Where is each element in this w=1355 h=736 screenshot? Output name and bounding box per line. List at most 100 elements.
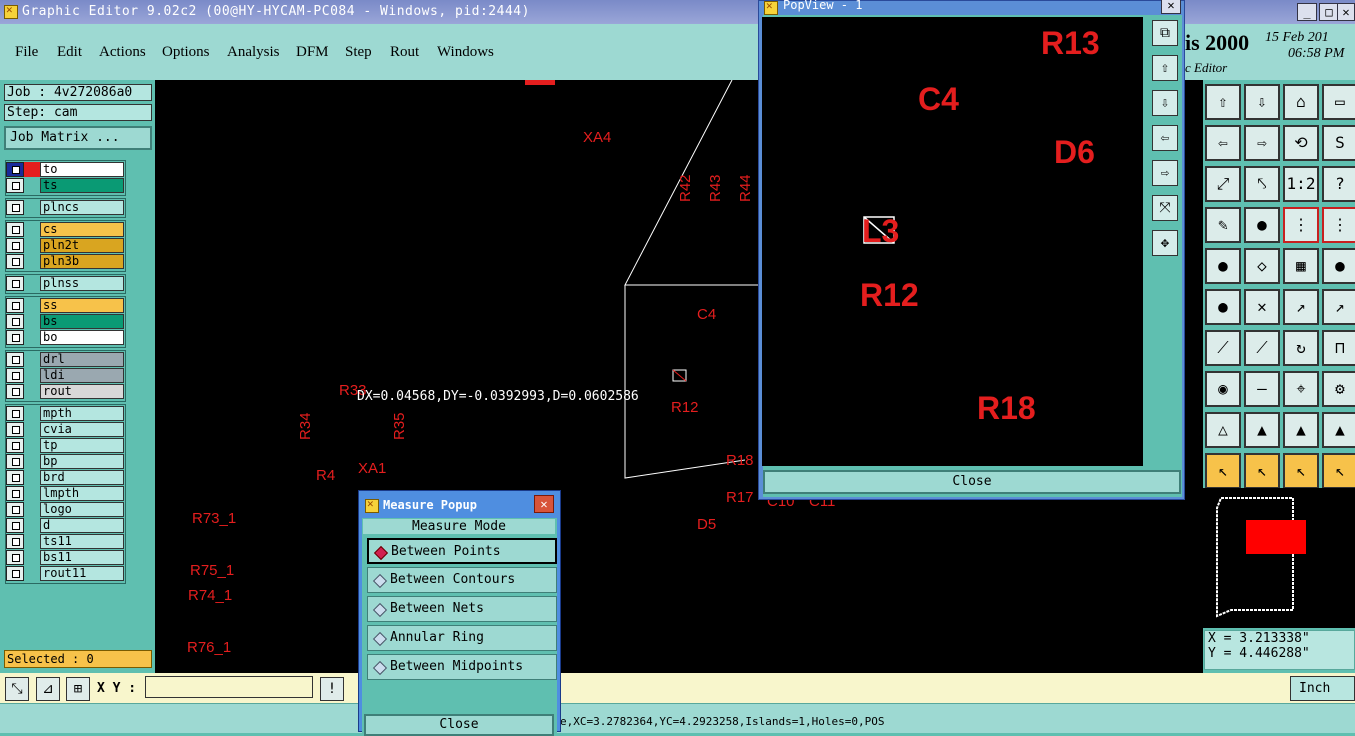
layer-row-mpth[interactable]: mpth bbox=[6, 406, 124, 421]
layer-row-ss[interactable]: ss bbox=[6, 298, 124, 313]
tri-tool-icon[interactable]: ▲ bbox=[1283, 412, 1319, 448]
layer-row-bp[interactable]: bp bbox=[6, 454, 124, 469]
select-tool-icon[interactable]: ↖ bbox=[1322, 453, 1355, 489]
measure-option-between-contours[interactable]: Between Contours bbox=[367, 567, 557, 593]
pins-tool-icon[interactable]: ⋮ bbox=[1283, 207, 1319, 243]
layer-row-drl[interactable]: drl bbox=[6, 352, 124, 367]
center-tool-icon[interactable]: ⤣ bbox=[1244, 166, 1280, 202]
menu-dfm[interactable]: DFM bbox=[296, 44, 329, 61]
layer-row-ldi[interactable]: ldi bbox=[6, 368, 124, 383]
home-tool-icon[interactable]: ⌂ bbox=[1283, 84, 1319, 120]
maximize-button[interactable]: □ bbox=[1319, 3, 1339, 21]
menu-windows[interactable]: Windows bbox=[437, 44, 494, 61]
popview-pan-left-icon[interactable]: ⇦ bbox=[1152, 125, 1178, 151]
layer-row-plnss[interactable]: plnss bbox=[6, 276, 124, 291]
layer-row-bs11[interactable]: bs11 bbox=[6, 550, 124, 565]
select-tool-icon[interactable]: ↖ bbox=[1205, 453, 1241, 489]
layer-checkbox[interactable] bbox=[6, 238, 24, 253]
layer-checkbox[interactable] bbox=[6, 550, 24, 565]
rotate-tool-icon[interactable]: ↻ bbox=[1283, 330, 1319, 366]
dot-tool-icon[interactable]: ● bbox=[1322, 248, 1355, 284]
measure-popup-close-icon[interactable]: ✕ bbox=[534, 495, 554, 513]
layer-row-bo[interactable]: bo bbox=[6, 330, 124, 345]
layer-row-pln3b[interactable]: pln3b bbox=[6, 254, 124, 269]
layer-checkbox[interactable] bbox=[6, 330, 24, 345]
menu-actions[interactable]: Actions bbox=[99, 44, 146, 61]
popview-zoom-out-icon[interactable]: ⇩ bbox=[1152, 90, 1178, 116]
layer-row-rout11[interactable]: rout11 bbox=[6, 566, 124, 581]
layer-row-tp[interactable]: tp bbox=[6, 438, 124, 453]
job-matrix-button[interactable]: Job Matrix ... bbox=[4, 126, 152, 150]
right-tool-icon[interactable]: ⇨ bbox=[1244, 125, 1280, 161]
layer-checkbox[interactable] bbox=[6, 162, 24, 177]
layer-checkbox[interactable] bbox=[6, 438, 24, 453]
line-tool-icon[interactable]: ⟋ bbox=[1244, 330, 1280, 366]
measure-close-button[interactable]: Close bbox=[364, 714, 554, 736]
layer-row-to[interactable]: to bbox=[6, 162, 124, 177]
measure-option-between-nets[interactable]: Between Nets bbox=[367, 596, 557, 622]
layer-checkbox[interactable] bbox=[6, 486, 24, 501]
zoom-tool-icon[interactable]: ⤡ bbox=[5, 677, 29, 701]
layer-row-cs[interactable]: cs bbox=[6, 222, 124, 237]
layer-checkbox[interactable] bbox=[6, 254, 24, 269]
popview-pan-right-icon[interactable]: ⇨ bbox=[1152, 160, 1178, 186]
undo-tool-icon[interactable]: ⟲ bbox=[1283, 125, 1319, 161]
scale-tool-icon[interactable]: 1:2 bbox=[1283, 166, 1319, 202]
layer-checkbox[interactable] bbox=[6, 352, 24, 367]
measure-option-between-midpoints[interactable]: Between Midpoints bbox=[367, 654, 557, 680]
target-tool-icon[interactable]: ◉ bbox=[1205, 371, 1241, 407]
gear-tool-icon[interactable]: ⚙ bbox=[1322, 371, 1355, 407]
link-tool-icon[interactable]: ↗ bbox=[1283, 289, 1319, 325]
minimap[interactable] bbox=[1203, 488, 1355, 628]
layer-checkbox[interactable] bbox=[6, 406, 24, 421]
left-tool-icon[interactable]: ⇦ bbox=[1205, 125, 1241, 161]
minimize-button[interactable]: _ bbox=[1297, 3, 1317, 21]
arrow-tool-icon[interactable]: ⇩ bbox=[1244, 84, 1280, 120]
layer-checkbox[interactable] bbox=[6, 298, 24, 313]
popview-canvas[interactable]: R13 C4 D6 L3 R12 R18 bbox=[762, 17, 1143, 466]
ruler-tool-icon[interactable]: ▦ bbox=[1283, 248, 1319, 284]
layer-row-rout[interactable]: rout bbox=[6, 384, 124, 399]
cross-tool-icon[interactable]: ✕ bbox=[1244, 289, 1280, 325]
menu-file[interactable]: File bbox=[15, 44, 38, 61]
measure-tool-icon[interactable]: ⊿ bbox=[36, 677, 60, 701]
menu-edit[interactable]: Edit bbox=[57, 44, 82, 61]
layer-row-cvia[interactable]: cvia bbox=[6, 422, 124, 437]
layer-row-pln2t[interactable]: pln2t bbox=[6, 238, 124, 253]
layer-checkbox[interactable] bbox=[6, 276, 24, 291]
popview-expand-icon[interactable]: ⤧ bbox=[1152, 195, 1178, 221]
frame-tool-icon[interactable]: ▭ bbox=[1322, 84, 1355, 120]
layer-row-ts[interactable]: ts bbox=[6, 178, 124, 193]
layer-checkbox[interactable] bbox=[6, 222, 24, 237]
layer-checkbox[interactable] bbox=[6, 502, 24, 517]
probe-tool-icon[interactable]: ● bbox=[1244, 207, 1280, 243]
line-tool-icon[interactable]: ⟋ bbox=[1205, 330, 1241, 366]
popview-pan-icon[interactable]: ✥ bbox=[1152, 230, 1178, 256]
split-tool-icon[interactable]: ⊓ bbox=[1322, 330, 1355, 366]
pins-tool-icon[interactable]: ⋮ bbox=[1322, 207, 1355, 243]
dot-tool-icon[interactable]: ● bbox=[1205, 248, 1241, 284]
menu-analysis[interactable]: Analysis bbox=[227, 44, 280, 61]
alert-icon[interactable]: ! bbox=[320, 677, 344, 701]
edit-tool-icon[interactable]: ✎ bbox=[1205, 207, 1241, 243]
link-tool-icon[interactable]: ↗ bbox=[1322, 289, 1355, 325]
layer-checkbox[interactable] bbox=[6, 178, 24, 193]
select-tool-icon[interactable]: ↖ bbox=[1283, 453, 1319, 489]
layer-row-lmpth[interactable]: lmpth bbox=[6, 486, 124, 501]
layer-checkbox[interactable] bbox=[6, 200, 24, 215]
popview-close-button[interactable]: Close bbox=[763, 470, 1181, 494]
layer-checkbox[interactable] bbox=[6, 566, 24, 581]
shape-tool-icon[interactable]: ◇ bbox=[1244, 248, 1280, 284]
layer-checkbox[interactable] bbox=[6, 384, 24, 399]
close-window-button[interactable]: ✕ bbox=[1337, 3, 1355, 21]
layer-checkbox[interactable] bbox=[6, 518, 24, 533]
layer-checkbox[interactable] bbox=[6, 454, 24, 469]
popview-fit-icon[interactable]: ⧉ bbox=[1152, 20, 1178, 46]
layer-checkbox[interactable] bbox=[6, 534, 24, 549]
tri-tool-icon[interactable]: △ bbox=[1205, 412, 1241, 448]
tri-tool-icon[interactable]: ▲ bbox=[1244, 412, 1280, 448]
layer-checkbox[interactable] bbox=[6, 470, 24, 485]
menu-rout[interactable]: Rout bbox=[390, 44, 419, 61]
measure-tool-icon[interactable]: ⌖ bbox=[1283, 371, 1319, 407]
dash-tool-icon[interactable]: — bbox=[1244, 371, 1280, 407]
